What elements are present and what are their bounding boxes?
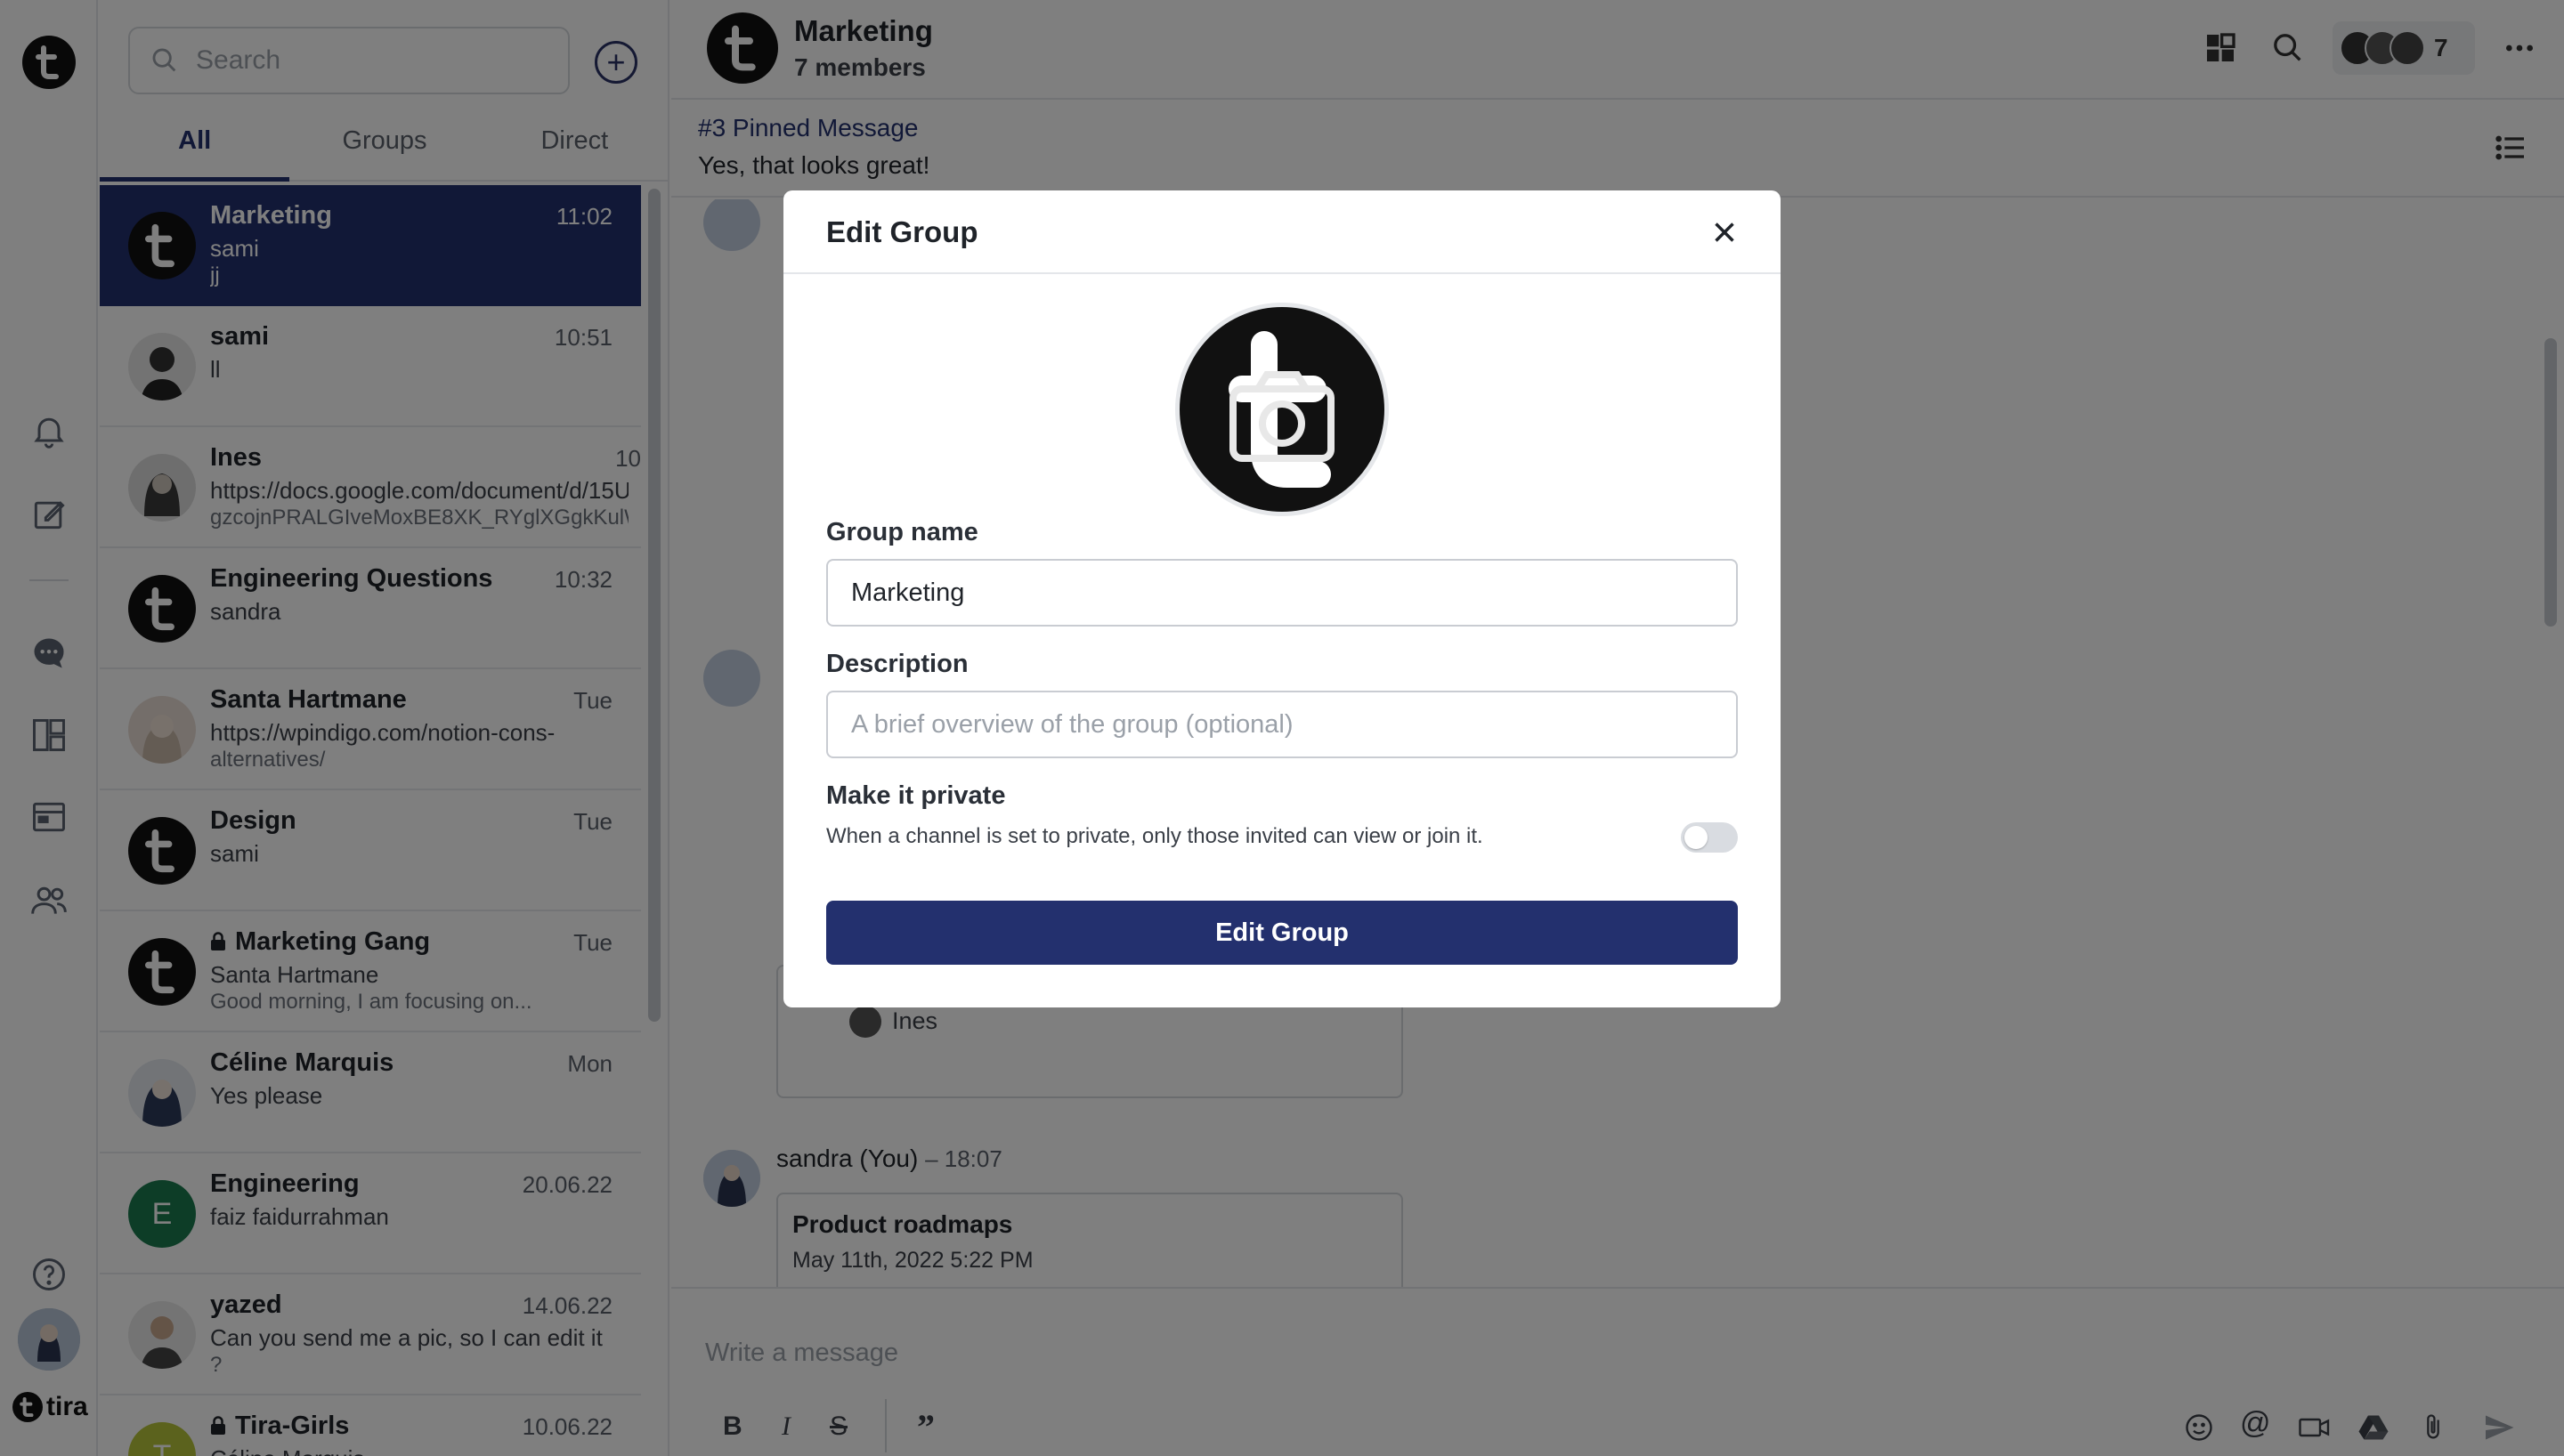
- edit-group-dialog: Edit Group Group name Marketing Descript…: [783, 190, 1781, 1007]
- private-label: Make it private: [826, 781, 1006, 810]
- edit-group-button[interactable]: Edit Group: [826, 901, 1738, 965]
- group-name-label: Group name: [826, 518, 978, 546]
- camera-icon: [1229, 371, 1335, 462]
- description-input[interactable]: A brief overview of the group (optional): [826, 691, 1738, 758]
- close-icon[interactable]: [1708, 215, 1741, 249]
- dialog-title: Edit Group: [826, 215, 978, 248]
- description-label: Description: [826, 650, 969, 678]
- private-toggle[interactable]: [1681, 822, 1738, 853]
- group-name-input[interactable]: Marketing: [826, 559, 1738, 627]
- private-help-text: When a channel is set to private, only t…: [826, 824, 1483, 848]
- group-avatar-upload[interactable]: [1175, 303, 1389, 516]
- dialog-header: Edit Group: [783, 190, 1781, 274]
